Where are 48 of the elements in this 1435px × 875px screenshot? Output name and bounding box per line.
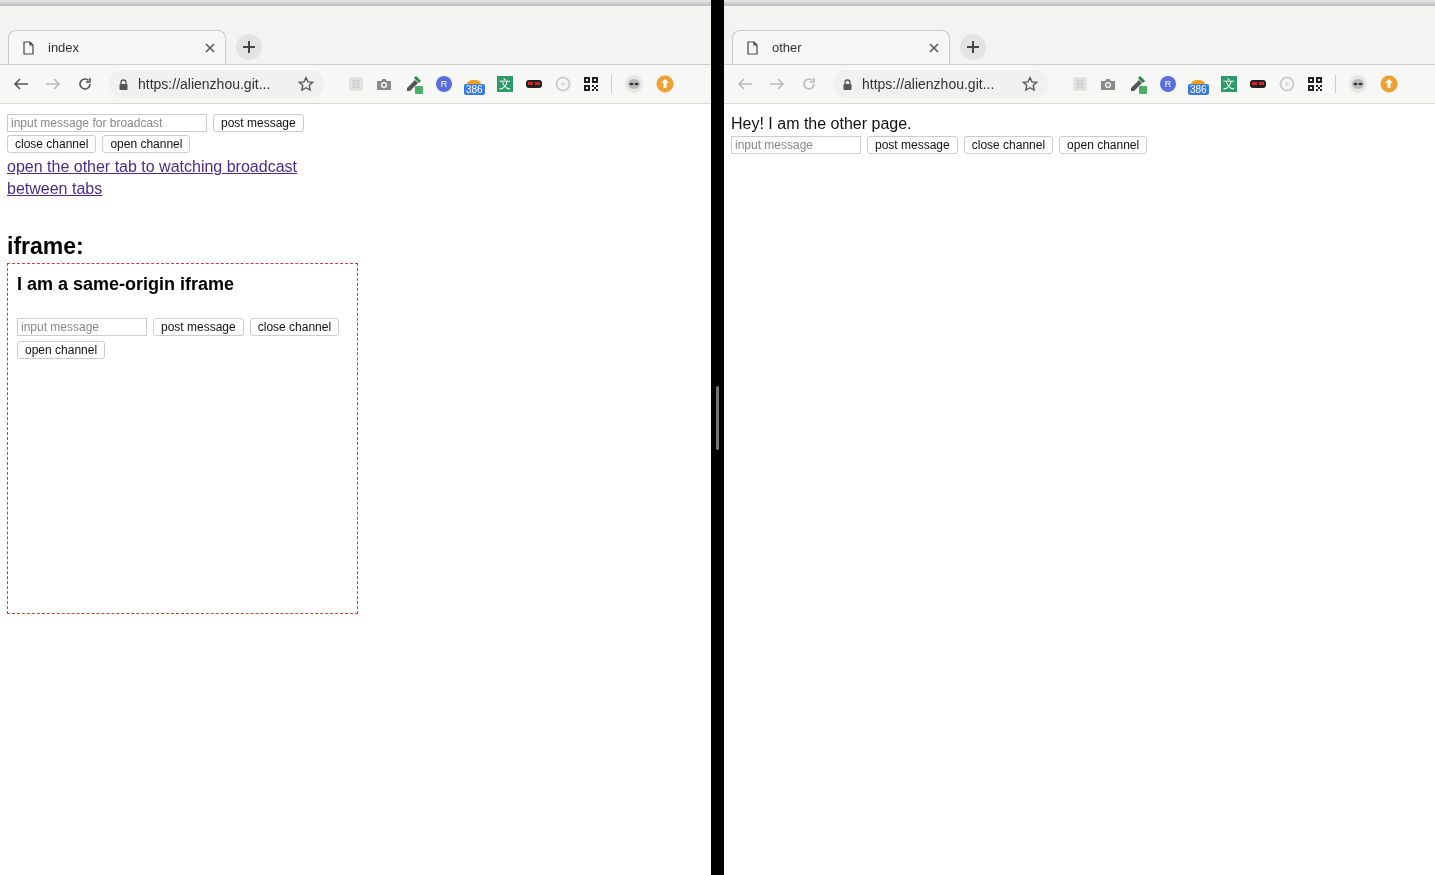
mask-icon[interactable] <box>524 79 543 89</box>
address-bar[interactable]: https://alienzhou.git... <box>833 70 1048 98</box>
camera-icon[interactable] <box>376 77 392 91</box>
eyedropper-icon[interactable] <box>404 74 424 94</box>
camera-icon[interactable] <box>1100 77 1116 91</box>
message-field[interactable]: input message <box>731 136 861 154</box>
other-tab-link[interactable]: open the other tab to watching broadcast between tabs <box>7 156 337 200</box>
browser-tab[interactable]: index <box>8 30 226 64</box>
eyedropper-icon[interactable] <box>1128 74 1148 94</box>
section-heading: iframe: <box>7 233 84 260</box>
channel-button[interactable]: open channel <box>1059 136 1148 154</box>
close-icon[interactable] <box>929 42 939 53</box>
qr-code-icon[interactable] <box>1306 76 1323 92</box>
url-text: https://alienzhou.git... <box>862 76 996 92</box>
channel-button[interactable]: close channel <box>963 136 1054 154</box>
toolbar-separator <box>1334 75 1336 93</box>
address-bar[interactable]: https://alienzhou.git... <box>109 70 324 98</box>
toolbar-separator <box>610 75 612 93</box>
close-icon[interactable] <box>205 42 215 53</box>
channel-button[interactable]: close channel <box>7 135 97 153</box>
channel-button[interactable]: open channel <box>17 341 106 359</box>
iframe-heading: I am a same-origin iframe <box>17 274 236 295</box>
star-icon[interactable] <box>1022 76 1038 92</box>
reload-icon[interactable] <box>77 76 93 92</box>
channel-button[interactable]: post message <box>213 114 304 132</box>
channel-button[interactable]: post message <box>153 318 244 336</box>
new-tab-icon[interactable] <box>960 34 986 60</box>
page-heading: Hey! I am the other page. <box>731 115 912 133</box>
back-icon[interactable] <box>13 76 29 92</box>
tab-title: other <box>772 40 803 55</box>
document-icon <box>23 40 34 55</box>
channel-button[interactable]: close channel <box>249 318 340 336</box>
channel-button[interactable]: open channel <box>102 135 191 153</box>
star-icon[interactable] <box>298 76 314 92</box>
message-field[interactable]: input message <box>17 318 147 336</box>
browser-tab[interactable]: other <box>732 30 950 64</box>
document-icon <box>747 40 758 55</box>
message-field[interactable]: input message for broadcast <box>7 114 207 132</box>
lock-icon <box>843 78 852 90</box>
translate-icon[interactable]: 文 <box>496 76 513 92</box>
tab-title: index <box>48 40 81 55</box>
url-text: https://alienzhou.git... <box>138 76 272 92</box>
qr-code-icon[interactable] <box>582 76 599 92</box>
mask-icon[interactable] <box>1248 79 1267 89</box>
channel-button[interactable]: post message <box>867 136 958 154</box>
new-tab-icon[interactable] <box>236 34 262 60</box>
lock-icon <box>119 78 128 90</box>
translate-icon[interactable]: 文 <box>1220 76 1237 92</box>
